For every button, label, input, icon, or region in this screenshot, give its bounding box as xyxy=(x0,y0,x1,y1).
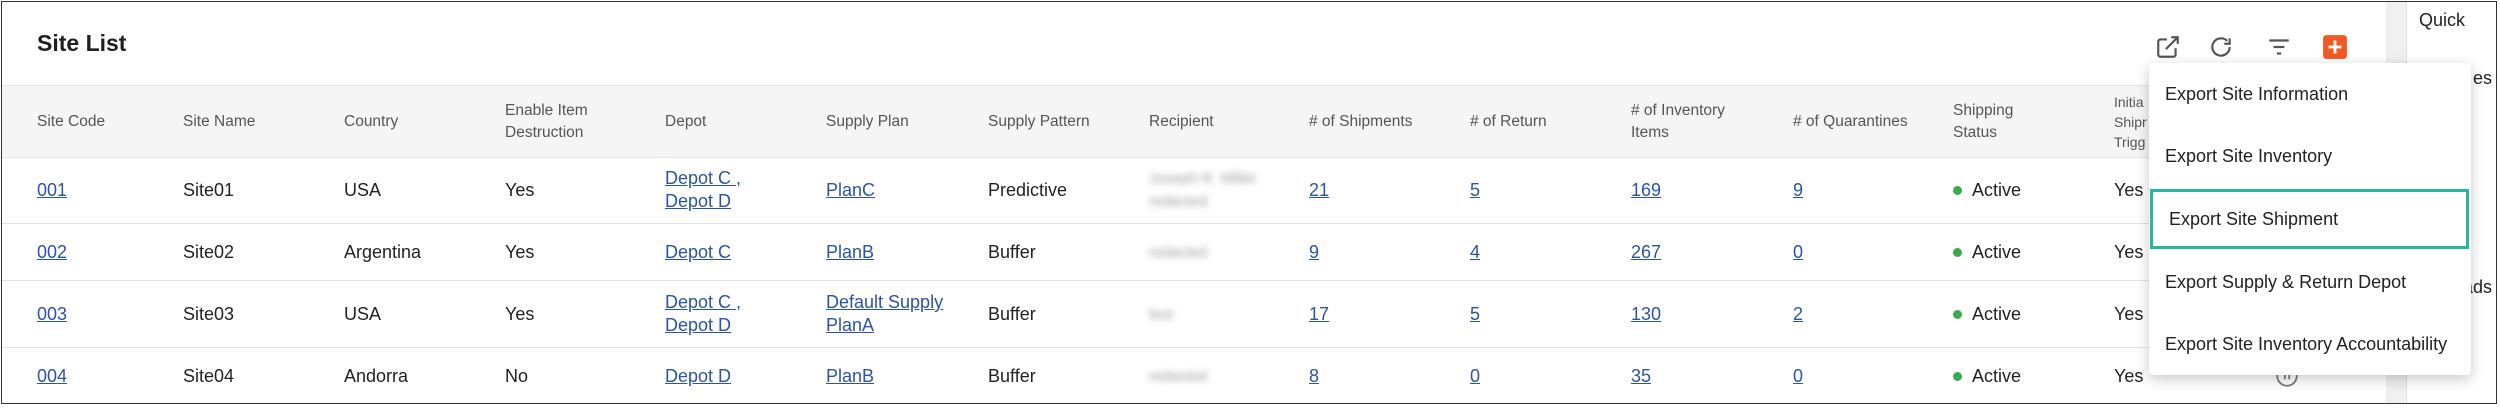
supply-plan-link[interactable]: Default Supply xyxy=(826,291,943,314)
header-enable-item-destruction[interactable]: Enable Item Destruction xyxy=(505,86,588,157)
recipient-redacted: redacted xyxy=(1149,193,1208,210)
enable-destruction: Yes xyxy=(505,303,535,324)
shipments-link[interactable]: 17 xyxy=(1309,303,1329,326)
export-dropdown-menu: Export Site Information Export Site Inve… xyxy=(2149,63,2471,375)
supply-pattern: Buffer xyxy=(988,365,1036,386)
menu-item-export-site-inventory[interactable]: Export Site Inventory xyxy=(2149,125,2471,187)
site-name: Site04 xyxy=(183,365,235,386)
country: Argentina xyxy=(344,241,422,262)
country: USA xyxy=(344,179,382,200)
add-icon[interactable] xyxy=(2320,32,2350,62)
supply-plan-link[interactable]: PlanB xyxy=(826,241,874,264)
header-shipments[interactable]: # of Shipments xyxy=(1309,86,1412,157)
inventory-link[interactable]: 169 xyxy=(1631,179,1661,202)
shipments-link[interactable]: 21 xyxy=(1309,179,1329,202)
status-text: Active xyxy=(1972,365,2022,386)
site-code-link[interactable]: 004 xyxy=(37,365,67,388)
menu-item-export-supply-return-depot[interactable]: Export Supply & Return Depot xyxy=(2149,251,2471,313)
returns-link[interactable]: 5 xyxy=(1470,303,1480,326)
site-code-link[interactable]: 003 xyxy=(37,303,67,326)
table-row: 002 Site02 Argentina Yes Depot C PlanB B… xyxy=(2,224,2386,281)
initial-trigger: Yes xyxy=(2114,241,2144,262)
table-header: Site Code Site Name Country Enable Item … xyxy=(2,85,2386,158)
site-list-panel: Site List Site Code Site Name Country En… xyxy=(2,2,2386,403)
initial-trigger: Yes xyxy=(2114,365,2144,386)
site-name: Site01 xyxy=(183,179,235,200)
refresh-icon[interactable] xyxy=(2206,32,2236,62)
depot-link[interactable]: Depot C , xyxy=(665,291,741,314)
menu-item-export-site-information[interactable]: Export Site Information xyxy=(2149,63,2471,125)
quarantines-link[interactable]: 0 xyxy=(1793,365,1803,388)
inventory-link[interactable]: 130 xyxy=(1631,303,1661,326)
initial-trigger: Yes xyxy=(2114,303,2144,324)
header-returns[interactable]: # of Return xyxy=(1470,86,1547,157)
header-inventory-items[interactable]: # of Inventory Items xyxy=(1631,86,1725,157)
filter-icon[interactable] xyxy=(2264,32,2294,62)
enable-destruction: Yes xyxy=(505,241,535,262)
site-name: Site03 xyxy=(183,303,235,324)
country: Andorra xyxy=(344,365,409,386)
inventory-link[interactable]: 267 xyxy=(1631,241,1661,264)
header-shipping-status[interactable]: Shipping Status xyxy=(1953,86,2013,157)
depot-link[interactable]: Depot C , xyxy=(665,167,741,190)
supply-pattern: Buffer xyxy=(988,303,1036,324)
supply-plan-link[interactable]: PlanA xyxy=(826,314,874,337)
status-text: Active xyxy=(1972,179,2022,200)
site-code-link[interactable]: 002 xyxy=(37,241,67,264)
app-frame: Site List Site Code Site Name Country En… xyxy=(1,1,2497,404)
enable-destruction: No xyxy=(505,365,529,386)
status-dot-icon xyxy=(1953,247,1962,257)
depot-link[interactable]: Depot C xyxy=(665,241,731,264)
initial-trigger: Yes xyxy=(2114,179,2144,200)
header-depot[interactable]: Depot xyxy=(665,86,706,157)
enable-destruction: Yes xyxy=(505,179,535,200)
site-code-link[interactable]: 001 xyxy=(37,179,67,202)
returns-link[interactable]: 0 xyxy=(1470,365,1480,388)
header-quarantines[interactable]: # of Quarantines xyxy=(1793,86,1908,157)
recipient-redacted: redacted xyxy=(1149,243,1208,261)
shipments-link[interactable]: 9 xyxy=(1309,241,1319,264)
supply-pattern: Predictive xyxy=(988,179,1068,200)
status-dot-icon xyxy=(1953,309,1962,319)
status-text: Active xyxy=(1972,241,2022,262)
supply-pattern: Buffer xyxy=(988,241,1036,262)
status-text: Active xyxy=(1972,303,2022,324)
page-title: Site List xyxy=(37,30,127,56)
table-row: 003 Site03 USA Yes Depot C , Depot D Def… xyxy=(2,281,2386,348)
quarantines-link[interactable]: 9 xyxy=(1793,179,1803,202)
header-country[interactable]: Country xyxy=(344,86,398,157)
depot-link[interactable]: Depot D xyxy=(665,365,731,388)
recipient-redacted: test xyxy=(1149,305,1174,323)
table-row: 001 Site01 USA Yes Depot C , Depot D Pla… xyxy=(2,157,2386,224)
country: USA xyxy=(344,303,382,324)
depot-link[interactable]: Depot D xyxy=(665,190,731,213)
depot-link[interactable]: Depot D xyxy=(665,314,731,337)
menu-item-export-site-inventory-accountability[interactable]: Export Site Inventory Accountability xyxy=(2149,313,2471,375)
header-supply-plan[interactable]: Supply Plan xyxy=(826,86,909,157)
recipient-redacted: redacted xyxy=(1149,367,1208,385)
returns-link[interactable]: 4 xyxy=(1470,241,1480,264)
table-row: 004 Site04 Andorra No Depot D PlanB Buff… xyxy=(2,348,2386,403)
open-external-icon[interactable] xyxy=(2153,32,2183,62)
shipments-link[interactable]: 8 xyxy=(1309,365,1319,388)
quick-panel-title: Quick xyxy=(2419,10,2466,30)
quarantines-link[interactable]: 2 xyxy=(1793,303,1803,326)
recipient-redacted: Joseph R. Miller xyxy=(1149,170,1257,187)
supply-plan-link[interactable]: PlanC xyxy=(826,179,875,202)
returns-link[interactable]: 5 xyxy=(1470,179,1480,202)
inventory-link[interactable]: 35 xyxy=(1631,365,1651,388)
site-name: Site02 xyxy=(183,241,235,262)
header-site-code[interactable]: Site Code xyxy=(37,86,105,157)
header-supply-pattern[interactable]: Supply Pattern xyxy=(988,86,1090,157)
status-dot-icon xyxy=(1953,185,1962,195)
header-site-name[interactable]: Site Name xyxy=(183,86,255,157)
header-recipient[interactable]: Recipient xyxy=(1149,86,1214,157)
menu-item-export-site-shipment[interactable]: Export Site Shipment xyxy=(2150,189,2469,249)
supply-plan-link[interactable]: PlanB xyxy=(826,365,874,388)
header-initial-shipment-trigger[interactable]: Initia Shipr Trigg xyxy=(2114,86,2147,157)
quarantines-link[interactable]: 0 xyxy=(1793,241,1803,264)
quick-panel-partial-text: es xyxy=(2473,68,2493,88)
status-dot-icon xyxy=(1953,371,1962,381)
